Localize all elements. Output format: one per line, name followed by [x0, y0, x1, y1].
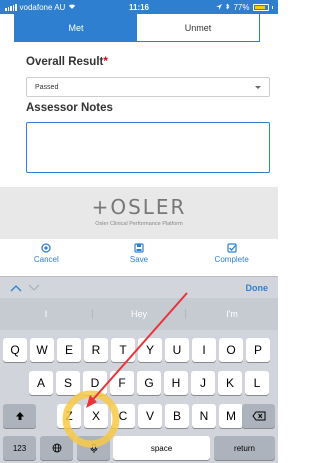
key-g[interactable]: G [137, 371, 161, 395]
assessor-notes-textarea[interactable] [26, 122, 270, 173]
required-marker: * [103, 56, 108, 68]
globe-key[interactable] [40, 436, 73, 460]
backspace-icon [251, 411, 265, 421]
chevron-up-icon[interactable] [10, 279, 22, 297]
met-unmet-toggle: Met Unmet [14, 14, 260, 42]
suggestion-item[interactable]: I'm [185, 309, 278, 319]
signal-icon [5, 3, 17, 11]
wifi-icon [68, 3, 76, 12]
dictation-key[interactable] [77, 436, 110, 460]
key-m[interactable]: M [219, 404, 243, 428]
save-label: Save [129, 255, 149, 264]
key-x[interactable]: X [84, 404, 108, 428]
met-option[interactable]: Met [15, 14, 137, 41]
suggestion-item[interactable]: I [0, 309, 92, 319]
key-a[interactable]: A [29, 371, 53, 395]
key-q[interactable]: Q [3, 338, 27, 362]
key-d[interactable]: D [83, 371, 107, 395]
cancel-button[interactable]: Cancel [0, 243, 93, 273]
key-e[interactable]: E [57, 338, 81, 362]
key-k[interactable]: K [218, 371, 242, 395]
overall-result-label-text: Overall Result [26, 56, 104, 68]
key-b[interactable]: B [165, 404, 189, 428]
chevron-down-icon[interactable] [28, 279, 40, 297]
return-key[interactable]: return [214, 436, 275, 460]
suggestion-item[interactable]: Hey [92, 309, 185, 319]
osler-logo: +OSLER [0, 195, 278, 219]
key-t[interactable]: T [111, 338, 135, 362]
keyboard-accessory-bar: Done [0, 276, 278, 298]
key-i[interactable]: I [192, 338, 216, 362]
battery-tip [271, 5, 273, 9]
osler-logo-text: +OSLER [91, 195, 187, 219]
backspace-key[interactable] [242, 404, 275, 428]
battery-icon [252, 3, 269, 11]
key-r[interactable]: R [84, 338, 108, 362]
chevron-down-icon [255, 85, 261, 89]
key-w[interactable]: W [30, 338, 54, 362]
tagline: Osler Clinical Performance Platform [95, 221, 183, 227]
cancel-label: Cancel [33, 255, 59, 264]
overall-result-label: Overall Result* [26, 56, 108, 68]
key-f[interactable]: F [110, 371, 134, 395]
key-o[interactable]: O [219, 338, 243, 362]
bluetooth-icon [225, 2, 230, 12]
numbers-key[interactable]: 123 [3, 436, 36, 460]
assessor-notes-label: Assessor Notes [26, 102, 113, 114]
save-button[interactable]: Save [93, 243, 186, 273]
globe-icon [52, 443, 61, 453]
key-p[interactable]: P [246, 338, 270, 362]
complete-label: Complete [214, 255, 249, 264]
microphone-icon [90, 443, 97, 453]
key-v[interactable]: V [138, 404, 162, 428]
key-c[interactable]: C [111, 404, 135, 428]
key-j[interactable]: J [191, 371, 215, 395]
complete-button[interactable]: Complete [185, 243, 278, 273]
key-u[interactable]: U [165, 338, 189, 362]
key-s[interactable]: S [56, 371, 80, 395]
cancel-icon [41, 243, 51, 253]
status-bar: vodafone AU 11:16 77% [0, 0, 278, 14]
shift-key[interactable] [3, 404, 36, 428]
shift-icon [15, 412, 24, 420]
branding-footer: +OSLER Osler Clinical Performance Platfo… [0, 187, 278, 239]
key-n[interactable]: N [192, 404, 216, 428]
key-y[interactable]: Y [138, 338, 162, 362]
action-bar: Cancel Save Complete [0, 243, 278, 273]
location-icon [216, 3, 223, 12]
space-key[interactable]: space [113, 436, 210, 460]
complete-icon [227, 243, 237, 253]
carrier-label: vodafone AU [19, 2, 66, 12]
save-icon [134, 243, 144, 253]
keyboard: Q W E R T Y U I O P A S D F G H J K L Z … [0, 330, 278, 463]
clock: 11:16 [128, 2, 150, 12]
done-button[interactable]: Done [246, 283, 269, 293]
overall-result-select[interactable]: Passed [26, 77, 270, 97]
unmet-option[interactable]: Unmet [137, 14, 259, 41]
overall-result-value: Passed [35, 83, 59, 91]
predictive-text-bar: I Hey I'm [0, 298, 278, 330]
key-l[interactable]: L [245, 371, 269, 395]
battery-percent: 77% [233, 2, 250, 12]
key-h[interactable]: H [164, 371, 188, 395]
key-z[interactable]: Z [57, 404, 81, 428]
